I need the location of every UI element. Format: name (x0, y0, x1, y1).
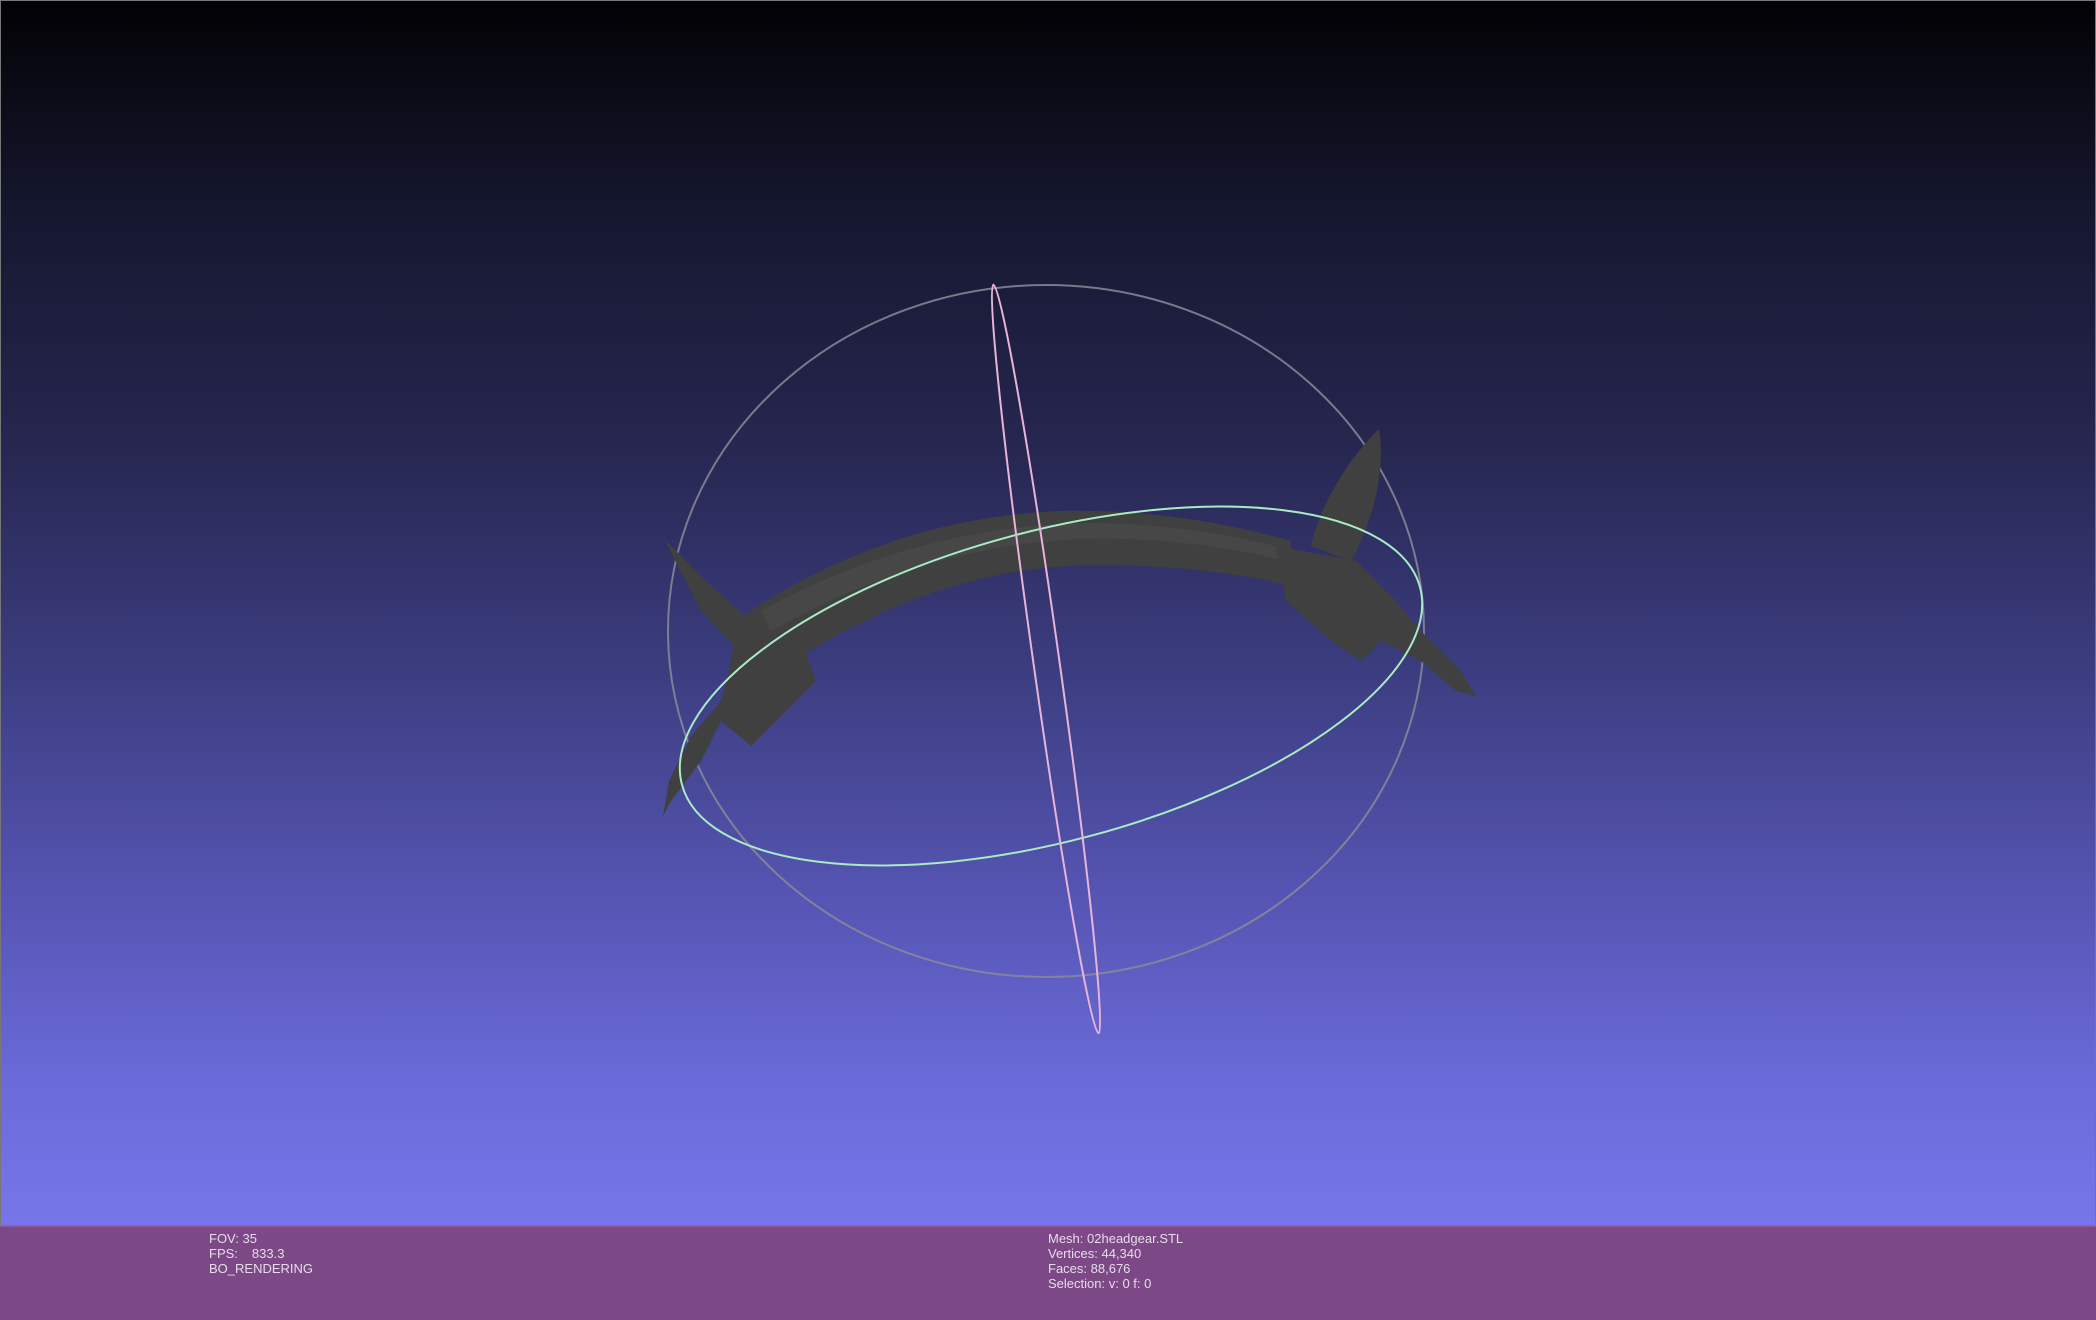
selection-value: v: 0 f: 0 (1108, 1276, 1152, 1291)
faces-label: Faces: (1048, 1261, 1088, 1276)
selection-label: Selection: (1048, 1276, 1106, 1291)
render-info: FOV: 35 FPS: 833.3 BO_RENDERING (209, 1231, 313, 1276)
vertices-count: 44,340 (1101, 1246, 1142, 1261)
3d-viewport[interactable] (0, 0, 2096, 1226)
mesh-name: 02headgear.STL (1087, 1231, 1184, 1246)
render-mode: BO_RENDERING (209, 1261, 314, 1276)
vertices-label: Vertices: (1048, 1246, 1098, 1261)
vertices-line: Vertices: 44,340 (1048, 1246, 1183, 1261)
selection-line: Selection: v: 0 f: 0 (1048, 1276, 1183, 1291)
headgear-mesh (663, 429, 1476, 816)
trackball-vertical-ring[interactable] (981, 283, 1112, 1035)
fov-value: 35 (242, 1231, 257, 1246)
fps-line: FPS: 833.3 (209, 1246, 313, 1261)
fov-line: FOV: 35 (209, 1231, 313, 1246)
info-bar: FOV: 35 FPS: 833.3 BO_RENDERING Mesh: 02h… (0, 1226, 2096, 1320)
fps-value: 833.3 (251, 1246, 285, 1261)
scene-canvas[interactable] (1, 1, 2096, 1227)
fps-label: FPS: (209, 1246, 238, 1261)
mesh-label: Mesh: (1048, 1231, 1084, 1246)
mesh-line: Mesh: 02headgear.STL (1048, 1231, 1183, 1246)
faces-count: 88,676 (1090, 1261, 1131, 1276)
faces-line: Faces: 88,676 (1048, 1261, 1183, 1276)
mesh-info: Mesh: 02headgear.STL Vertices: 44,340 Fa… (1048, 1231, 1183, 1291)
fov-label: FOV: (209, 1231, 239, 1246)
